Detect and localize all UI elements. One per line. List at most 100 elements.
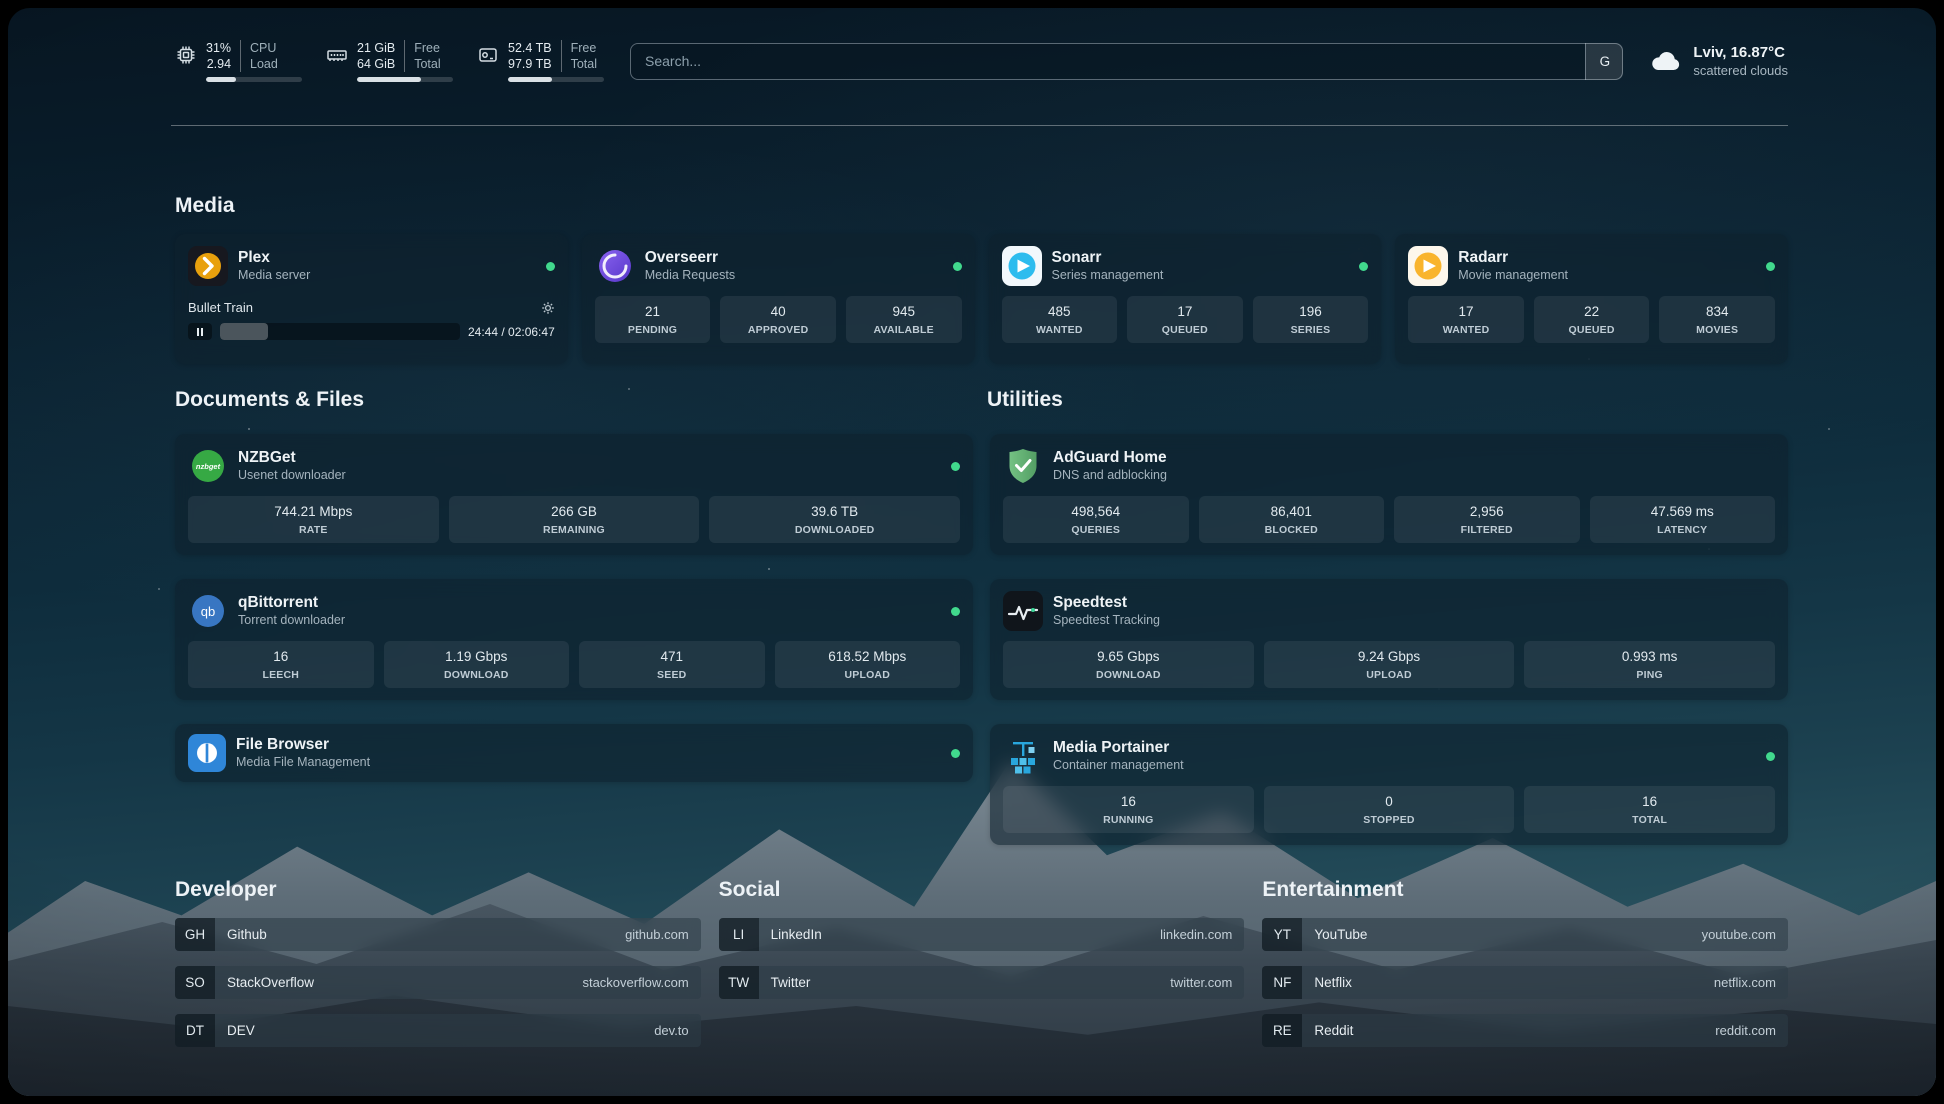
utilities-column: AdGuard Home DNS and adblocking 498,564 … <box>990 434 1788 845</box>
media-section: Plex Media server Bullet Train <box>175 234 1788 364</box>
stat-tile: 17 WANTED <box>1408 296 1524 343</box>
playback-progress-fill <box>220 323 268 340</box>
cpu-widget: 31% 2.94 CPU Load <box>175 40 302 82</box>
bookmark-abbr: TW <box>719 966 759 999</box>
stat-tile: 471 SEED <box>579 641 765 688</box>
bookmark-github[interactable]: GH Github github.com <box>175 918 701 951</box>
bookmark-dev[interactable]: DT DEV dev.to <box>175 1014 701 1047</box>
bookmarks-social: Social LI LinkedIn linkedin.com TW Twitt… <box>719 878 1245 1047</box>
overseerr-card[interactable]: Overseerr Media Requests 21 PENDING 40 A… <box>582 234 975 364</box>
weather-widget[interactable]: Lviv, 16.87°C scattered clouds <box>1649 43 1788 79</box>
service-desc: Usenet downloader <box>238 467 346 484</box>
bookmark-abbr: YT <box>1262 918 1302 951</box>
stat-tile: 0.993 ms PING <box>1524 641 1775 688</box>
disk-total-value: 97.9 TB <box>508 56 552 72</box>
status-indicator <box>951 607 960 616</box>
bookmark-url: reddit.com <box>1715 1014 1788 1047</box>
gear-icon[interactable] <box>541 301 555 315</box>
bookmark-twitter[interactable]: TW Twitter twitter.com <box>719 966 1245 999</box>
cpu-usage-label: CPU <box>250 40 278 56</box>
stat-tile: 17 QUEUED <box>1127 296 1243 343</box>
ram-progress-bar <box>357 77 453 82</box>
disk-widget: 52.4 TB 97.9 TB Free Total <box>477 40 604 82</box>
stat-tile: 22 QUEUED <box>1534 296 1650 343</box>
resource-widgets: 31% 2.94 CPU Load <box>175 40 604 82</box>
ram-free-label: Free <box>414 40 440 56</box>
bookmark-url: youtube.com <box>1702 918 1788 951</box>
bookmark-netflix[interactable]: NF Netflix netflix.com <box>1262 966 1788 999</box>
search-input[interactable] <box>630 43 1623 80</box>
bookmark-reddit[interactable]: RE Reddit reddit.com <box>1262 1014 1788 1047</box>
stat-tile: 2,956 FILTERED <box>1394 496 1580 543</box>
bookmark-name: Reddit <box>1302 1014 1353 1047</box>
dashboard: 31% 2.94 CPU Load <box>8 8 1936 1096</box>
stat-tile: 47.569 ms LATENCY <box>1590 496 1776 543</box>
bookmark-url: dev.to <box>654 1014 700 1047</box>
service-desc: Series management <box>1052 267 1164 284</box>
pause-button[interactable] <box>188 323 212 340</box>
speedtest-icon <box>1003 591 1043 631</box>
nzbget-card[interactable]: nzbget NZBGet Usenet downloader 744.21 M… <box>175 434 973 555</box>
service-name: qBittorrent <box>238 593 345 612</box>
cloud-icon <box>1649 48 1683 74</box>
service-desc: Media File Management <box>236 754 370 771</box>
bookmark-linkedin[interactable]: LI LinkedIn linkedin.com <box>719 918 1245 951</box>
qbittorrent-card[interactable]: qb qBittorrent Torrent downloader 16 LEE… <box>175 579 973 700</box>
playback-progress-bar[interactable] <box>220 323 460 340</box>
portainer-card[interactable]: Media Portainer Container management 16 … <box>990 724 1788 845</box>
bookmark-abbr: GH <box>175 918 215 951</box>
bookmark-url: stackoverflow.com <box>582 966 700 999</box>
now-playing-title: Bullet Train <box>188 300 253 315</box>
services-columns: nzbget NZBGet Usenet downloader 744.21 M… <box>175 434 1788 845</box>
bookmark-stackoverflow[interactable]: SO StackOverflow stackoverflow.com <box>175 966 701 999</box>
disk-free-value: 52.4 TB <box>508 40 552 56</box>
bookmark-youtube[interactable]: YT YouTube youtube.com <box>1262 918 1788 951</box>
radarr-card[interactable]: Radarr Movie management 17 WANTED 22 QUE… <box>1395 234 1788 364</box>
ram-progress-fill <box>357 77 421 82</box>
stat-tile: 0 STOPPED <box>1264 786 1515 833</box>
filebrowser-icon <box>188 734 226 772</box>
bookmark-name: StackOverflow <box>215 966 314 999</box>
stat-tile: 9.24 Gbps UPLOAD <box>1264 641 1515 688</box>
bookmark-abbr: DT <box>175 1014 215 1047</box>
service-desc: Media server <box>238 267 310 284</box>
disk-free-label: Free <box>571 40 597 56</box>
cpu-progress-bar <box>206 77 302 82</box>
plex-card[interactable]: Plex Media server Bullet Train <box>175 234 568 364</box>
nzbget-icon: nzbget <box>188 446 228 486</box>
bookmark-name: Netflix <box>1302 966 1352 999</box>
bookmark-url: twitter.com <box>1170 966 1244 999</box>
section-title-utilities: Utilities <box>987 388 1063 412</box>
sonarr-card[interactable]: Sonarr Series management 485 WANTED 17 Q… <box>989 234 1382 364</box>
speedtest-card[interactable]: Speedtest Speedtest Tracking 9.65 Gbps D… <box>990 579 1788 700</box>
bookmark-url: netflix.com <box>1714 966 1788 999</box>
bookmark-name: Twitter <box>759 966 811 999</box>
service-name: Media Portainer <box>1053 738 1184 757</box>
service-desc: Container management <box>1053 757 1184 774</box>
status-indicator <box>953 262 962 271</box>
stat-tile: 485 WANTED <box>1002 296 1118 343</box>
service-name: Plex <box>238 248 310 267</box>
search-provider-button[interactable]: G <box>1585 43 1623 80</box>
filebrowser-card[interactable]: File Browser Media File Management <box>175 724 973 782</box>
adguard-card[interactable]: AdGuard Home DNS and adblocking 498,564 … <box>990 434 1788 555</box>
bookmark-abbr: NF <box>1262 966 1302 999</box>
stat-tile: 40 APPROVED <box>720 296 836 343</box>
disk-progress-bar <box>508 77 604 82</box>
status-indicator <box>951 749 960 758</box>
stat-tile: 9.65 Gbps DOWNLOAD <box>1003 641 1254 688</box>
stat-tile: 39.6 TB DOWNLOADED <box>709 496 960 543</box>
stat-tile: 744.21 Mbps RATE <box>188 496 439 543</box>
ram-total-label: Total <box>414 56 440 72</box>
status-indicator <box>1766 262 1775 271</box>
weather-location: Lviv, 16.87°C <box>1693 43 1788 62</box>
bookmark-name: Github <box>215 918 267 951</box>
stat-tile: 16 LEECH <box>188 641 374 688</box>
bookmark-url: github.com <box>625 918 701 951</box>
bookmarks-entertainment: Entertainment YT YouTube youtube.com NF … <box>1262 878 1788 1047</box>
stat-tile: 498,564 QUERIES <box>1003 496 1189 543</box>
bookmarks-developer: Developer GH Github github.com SO StackO… <box>175 878 701 1047</box>
documents-column: nzbget NZBGet Usenet downloader 744.21 M… <box>175 434 973 845</box>
service-name: AdGuard Home <box>1053 448 1167 467</box>
stat-tile: 618.52 Mbps UPLOAD <box>775 641 961 688</box>
